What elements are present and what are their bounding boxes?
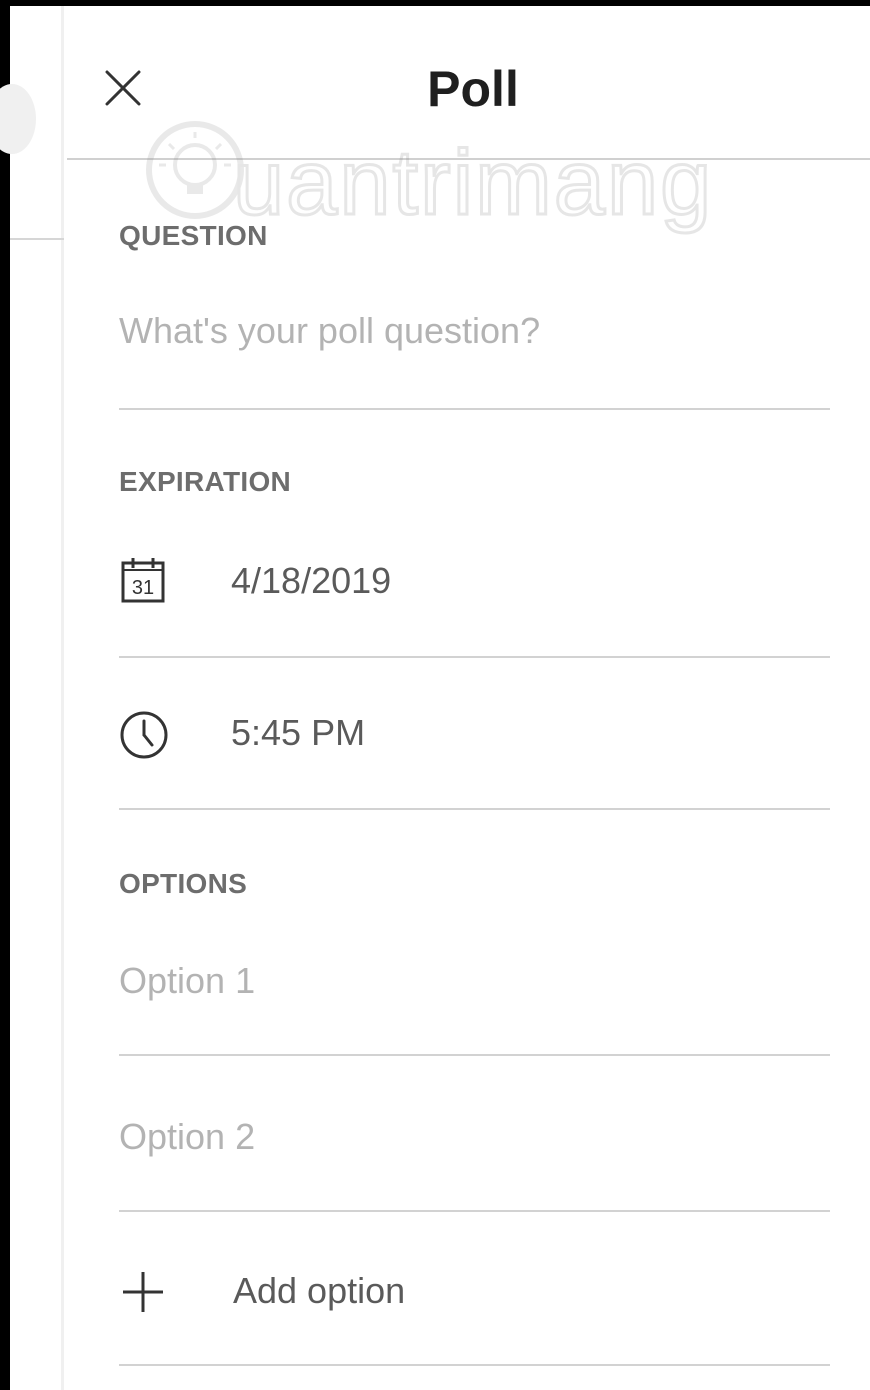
left-pane — [0, 6, 64, 1390]
date-value: 4/18/2019 — [231, 560, 392, 601]
expiration-section-label: EXPIRATION — [119, 466, 292, 497]
poll-panel: Poll uantrimang QUESTION What's your pol… — [67, 6, 870, 1390]
window-border-left — [0, 0, 10, 1390]
date-picker[interactable]: 31 4/18/2019 — [119, 546, 830, 658]
calendar-day-number: 31 — [132, 577, 154, 599]
options-section-label: OPTIONS — [119, 868, 248, 899]
add-option-label: Add option — [233, 1270, 406, 1311]
option-2-input[interactable]: Option 2 — [119, 1102, 830, 1212]
question-input[interactable]: What's your poll question? — [119, 296, 830, 410]
calendar-icon: 31 — [119, 556, 167, 604]
page-title: Poll — [427, 61, 519, 117]
question-section-label: QUESTION — [119, 220, 268, 251]
add-option-button[interactable]: Add option — [119, 1256, 830, 1366]
app-frame: Poll uantrimang QUESTION What's your pol… — [0, 0, 870, 1390]
panel-header: Poll — [67, 6, 870, 160]
avatar[interactable] — [0, 84, 36, 154]
clock-icon — [119, 710, 169, 760]
question-placeholder: What's your poll question? — [119, 310, 541, 351]
option-1-placeholder: Option 1 — [119, 960, 256, 1001]
option-1-input[interactable]: Option 1 — [119, 946, 830, 1056]
left-pane-divider — [10, 238, 64, 240]
time-value: 5:45 PM — [231, 712, 366, 753]
option-2-placeholder: Option 2 — [119, 1116, 256, 1157]
plus-icon — [119, 1268, 167, 1316]
time-picker[interactable]: 5:45 PM — [119, 696, 830, 810]
